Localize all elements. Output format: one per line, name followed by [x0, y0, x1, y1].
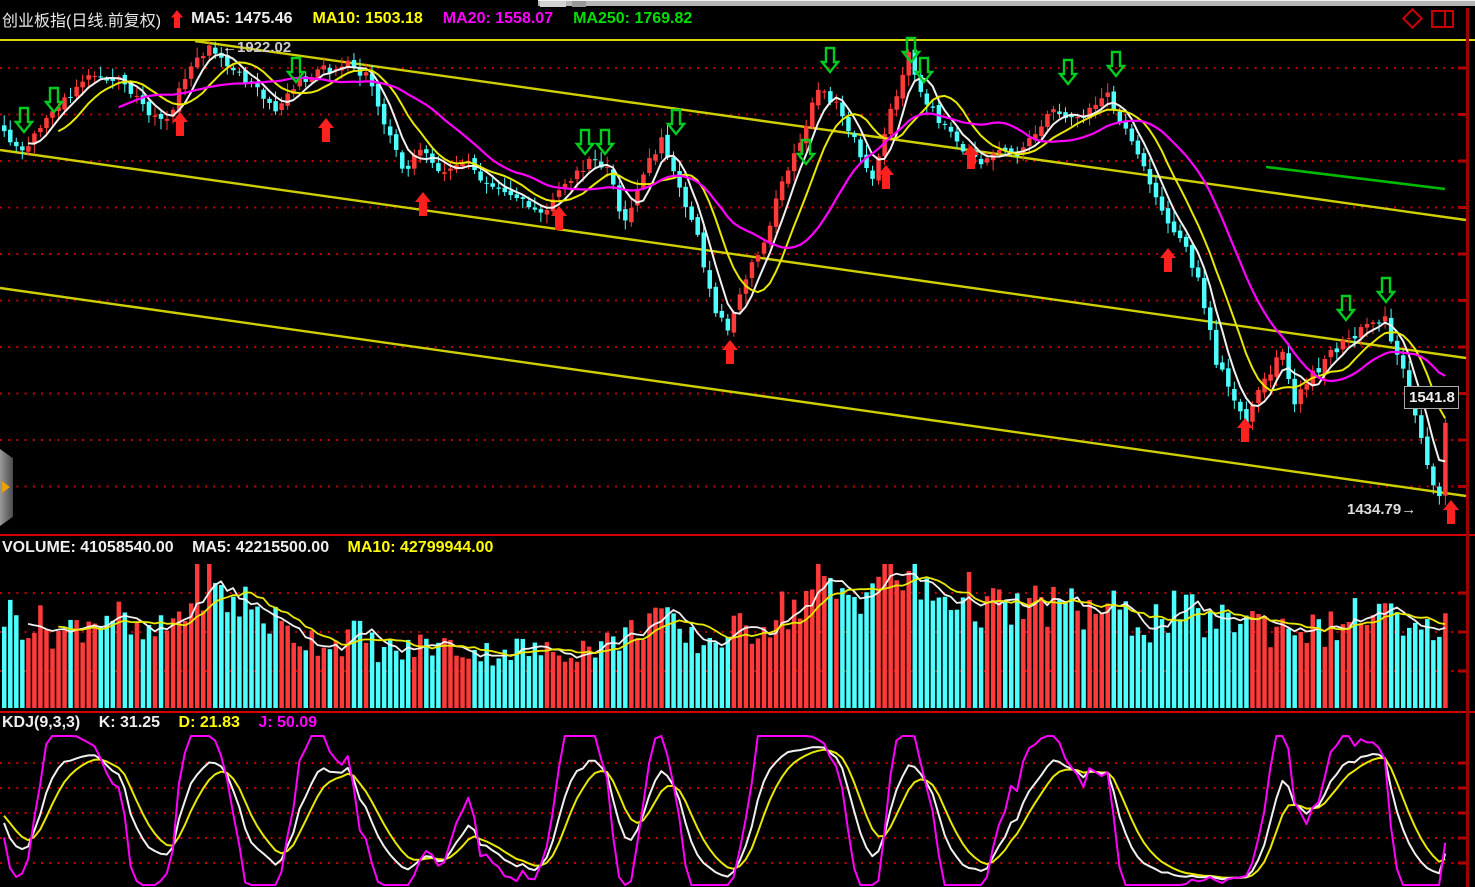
expand-arrow-icon — [2, 481, 10, 493]
kdj-d-readout: D: 21.83 — [179, 714, 240, 731]
red-up-arrow-icon — [169, 10, 185, 28]
pane-separator[interactable] — [0, 534, 1475, 536]
chart-canvas[interactable] — [0, 0, 1475, 887]
kdj-k-readout: K: 31.25 — [99, 714, 160, 731]
sidebar-expand-handle[interactable] — [0, 449, 13, 526]
ma5-readout: MA5: 1475.46 — [191, 10, 292, 28]
titlebar-strip — [538, 0, 1475, 6]
low-price-label: 1434.79→ — [1347, 501, 1416, 518]
volume-readout: VOLUME: 41058540.00 — [2, 539, 174, 556]
split-window-icon[interactable] — [1431, 10, 1454, 28]
ma250-readout: MA250: 1769.82 — [573, 10, 692, 28]
kdj-j-readout: J: 50.09 — [258, 714, 317, 731]
volume-header: VOLUME: 41058540.00 MA5: 42215500.00 MA1… — [2, 539, 507, 557]
symbol-title: 创业板指(日线.前复权) — [2, 7, 161, 31]
volume-ma10-readout: MA10: 42799944.00 — [348, 539, 494, 556]
volume-ma5-readout: MA5: 42215500.00 — [192, 539, 329, 556]
kdj-header: KDJ(9,3,3) K: 31.25 D: 21.83 J: 50.09 — [2, 714, 331, 732]
diamond-icon[interactable] — [1405, 11, 1420, 26]
stock-chart-app: 创业板指(日线.前复权) MA5: 1475.46 MA10: 1503.18 … — [0, 0, 1475, 887]
main-chart-header: 创业板指(日线.前复权) MA5: 1475.46 MA10: 1503.18 … — [2, 7, 706, 31]
pane-separator[interactable] — [0, 711, 1475, 713]
last-price-box: 1541.8 — [1404, 386, 1459, 409]
high-price-label: ←1922.02 — [222, 39, 291, 56]
kdj-params: KDJ(9,3,3) — [2, 714, 80, 731]
price-axis-border — [1466, 8, 1469, 887]
ma10-readout: MA10: 1503.18 — [313, 10, 423, 28]
ma20-readout: MA20: 1558.07 — [443, 10, 553, 28]
